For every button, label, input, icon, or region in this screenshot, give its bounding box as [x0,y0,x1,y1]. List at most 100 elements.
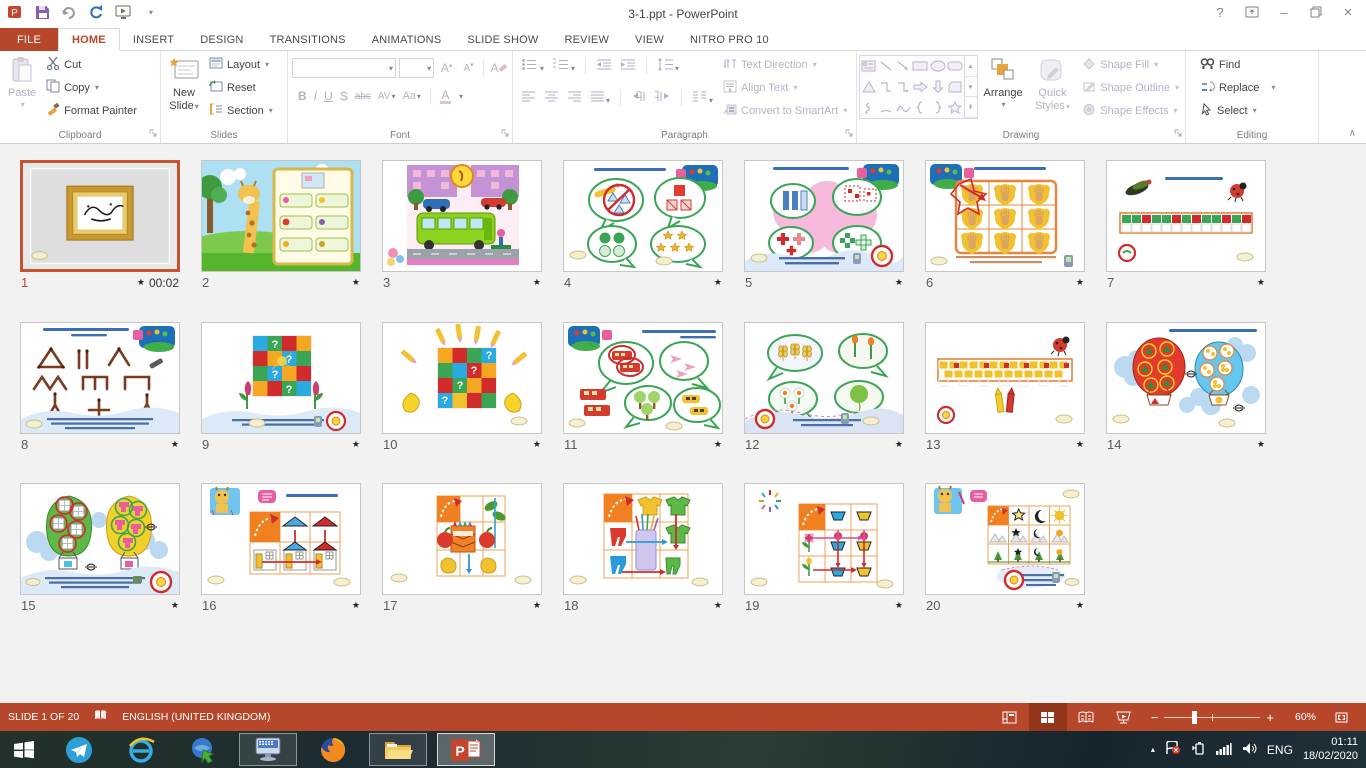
taskbar-idm-icon[interactable] [183,731,223,768]
slide-thumbnail-10[interactable]: ???? [382,322,542,434]
shape-rounded-rectangle-icon[interactable] [946,56,963,77]
slide-thumbnail-18[interactable] [563,483,723,595]
underline-button[interactable]: U [324,89,333,103]
shape-right-arrow-icon[interactable] [912,77,929,98]
grow-font-button[interactable]: A▴ [437,58,456,78]
shape-line-icon[interactable] [877,56,894,77]
slide-sorter-view-button[interactable] [1029,703,1067,731]
decrease-indent-button[interactable] [596,58,612,74]
align-text-button[interactable]: Align Text▾ [719,76,851,99]
shape-left-brace-icon[interactable] [912,97,929,118]
shape-arc-icon[interactable] [877,97,894,118]
taskbar-powerpoint-icon[interactable]: P [437,733,495,766]
shape-elbow-icon[interactable] [877,77,894,98]
reading-view-button[interactable] [1067,703,1105,731]
slide-thumbnail-2[interactable] [201,160,361,272]
shape-scribble-icon[interactable] [860,97,877,118]
align-center-button[interactable] [544,90,559,106]
paste-button[interactable]: Paste ▾ [2,53,42,125]
shape-arrow-icon[interactable] [895,56,912,77]
paragraph-dialog-launcher-icon[interactable] [845,128,853,140]
language-bar[interactable]: ENG [1267,743,1293,757]
restore-button[interactable] [1302,2,1330,22]
shape-triangle-icon[interactable] [860,77,877,98]
copy-button[interactable]: Copy ▾ [42,76,141,99]
taskbar-clock[interactable]: 01:1118/02/2020 [1303,736,1358,764]
shapes-more-icon[interactable]: ⇟ [965,97,977,118]
shape-effects-button[interactable]: Shape Effects▾ [1078,99,1183,122]
slide-thumbnail-16[interactable] [201,483,361,595]
clear-formatting-button[interactable]: A [489,58,508,78]
slide-thumbnail-20[interactable] [925,483,1085,595]
show-hidden-icons-button[interactable]: ▴ [1151,745,1155,754]
font-color-button[interactable]: A [440,89,451,104]
shape-outline-button[interactable]: Shape Outline▾ [1078,76,1183,99]
arrange-button[interactable]: Arrange ▾ [978,53,1029,125]
taskbar-internet-explorer-icon[interactable] [121,731,161,768]
slide-thumbnail-8[interactable] [20,322,180,434]
zoom-out-button[interactable]: − [1151,710,1159,725]
shape-down-arrow-icon[interactable] [929,77,946,98]
find-button[interactable]: Find [1196,53,1316,76]
taskbar-telegram-icon[interactable] [59,731,99,768]
slide-thumbnail-19[interactable] [744,483,904,595]
new-slide-button[interactable]: New Slide▾ [163,53,205,125]
slide-thumbnail-3[interactable] [382,160,542,272]
zoom-slider[interactable] [1164,717,1260,718]
slide-show-button[interactable] [1105,703,1143,731]
font-dialog-launcher-icon[interactable] [501,128,509,140]
strikethrough-button[interactable]: abc [355,91,371,102]
slide-thumbnail-12[interactable] [744,322,904,434]
slide-thumbnail-15[interactable] [20,483,180,595]
tab-review[interactable]: REVIEW [551,28,622,51]
shape-curve-icon[interactable] [895,97,912,118]
start-button[interactable] [0,731,48,768]
zoom-in-button[interactable]: + [1266,710,1274,725]
taskbar-onscreen-keyboard-icon[interactable] [239,733,297,766]
justify-button[interactable]: ▾ [590,90,610,106]
tab-insert[interactable]: INSERT [120,28,187,51]
shapes-gallery[interactable]: ▴ ▾ ⇟ [859,55,978,119]
drawing-dialog-launcher-icon[interactable] [1174,128,1182,140]
zoom-level[interactable]: 60% [1282,711,1316,723]
slide-thumbnail-17[interactable] [382,483,542,595]
shape-fill-button[interactable]: Shape Fill▾ [1078,53,1183,76]
shape-star-icon[interactable] [946,97,963,118]
slide-counter[interactable]: SLIDE 1 OF 20 [8,711,79,723]
tab-transitions[interactable]: TRANSITIONS [257,28,359,51]
section-button[interactable]: Section ▾ [205,99,277,122]
numbering-button[interactable]: ▾ [552,58,575,74]
font-name-combo[interactable]: ▾ [292,58,396,78]
left-to-right-button[interactable] [631,90,647,106]
change-case-button[interactable]: Aa▾ [402,90,420,102]
slide-sorter-area[interactable]: 1★00:02 2★ [0,144,1366,703]
shape-textbox-icon[interactable] [860,56,877,77]
clipboard-dialog-launcher-icon[interactable] [149,128,157,140]
font-size-combo[interactable]: ▾ [399,58,434,78]
text-shadow-button[interactable]: S [340,89,348,103]
shrink-font-button[interactable]: A▾ [459,58,478,78]
shape-rectangle-icon[interactable] [912,56,929,77]
language-indicator[interactable]: ENGLISH (UNITED KINGDOM) [122,711,270,723]
character-spacing-button[interactable]: AV▾ [378,91,396,102]
slide-thumbnail-6[interactable] [925,160,1085,272]
slide-thumbnail-13[interactable] [925,322,1085,434]
tab-animations[interactable]: ANIMATIONS [359,28,455,51]
network-signal-icon[interactable] [1215,742,1232,758]
tab-design[interactable]: DESIGN [187,28,256,51]
power-icon[interactable] [1191,741,1205,758]
tab-slide-show[interactable]: SLIDE SHOW [454,28,551,51]
shapes-scroll-up-icon[interactable]: ▴ [965,56,977,77]
convert-to-smartart-button[interactable]: Convert to SmartArt▾ [719,99,851,122]
columns-button[interactable]: ▾ [692,90,713,106]
layout-button[interactable]: Layout ▾ [205,53,277,76]
shape-right-brace-icon[interactable] [929,97,946,118]
tab-view[interactable]: VIEW [622,28,677,51]
format-painter-button[interactable]: Format Painter [42,99,141,122]
zoom-slider-thumb[interactable] [1192,711,1197,724]
shape-elbow-arrow-icon[interactable] [895,77,912,98]
align-right-button[interactable] [567,90,582,106]
help-button[interactable]: ? [1206,2,1234,22]
taskbar-file-explorer-icon[interactable] [369,733,427,766]
shapes-scroll-down-icon[interactable]: ▾ [965,77,977,98]
